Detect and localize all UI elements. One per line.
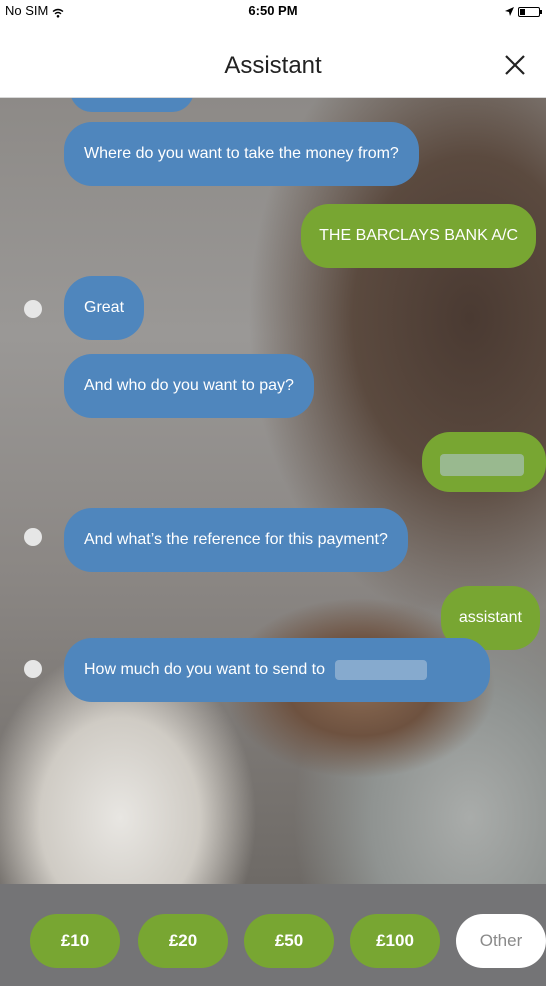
battery-icon xyxy=(518,6,542,17)
previous-message-bubble xyxy=(70,98,194,112)
assistant-message: Great xyxy=(64,276,145,340)
assistant-avatar-icon xyxy=(24,660,42,678)
status-bar: No SIM 6:50 PM xyxy=(0,0,546,22)
assistant-message: And who do you want to pay? xyxy=(64,354,314,418)
location-arrow-icon xyxy=(505,4,514,19)
redacted-payee xyxy=(335,660,428,680)
assistant-avatar-icon xyxy=(24,528,42,546)
message-text: assistant xyxy=(458,609,522,626)
quick-reply-bar: £10 £20 £50 £100 Other xyxy=(0,884,546,986)
assistant-message: How much do you want to send to xyxy=(64,638,490,703)
assistant-avatar-icon xyxy=(24,300,42,318)
message-text: And who do you want to pay? xyxy=(84,377,294,394)
close-button[interactable] xyxy=(498,48,532,82)
message-text: Great xyxy=(84,299,125,316)
chat-area[interactable]: Where do you want to take the money from… xyxy=(0,98,546,884)
close-icon xyxy=(505,55,525,75)
user-message-redacted xyxy=(422,432,546,492)
other-amount-button[interactable]: Other xyxy=(456,914,546,968)
amount-20-button[interactable]: £20 xyxy=(138,914,228,968)
message-text: Where do you want to take the money from… xyxy=(84,145,399,162)
page-title: Assistant xyxy=(224,52,322,79)
assistant-message: Where do you want to take the money from… xyxy=(64,122,419,186)
user-message: THE BARCLAYS BANK A/C xyxy=(301,204,536,268)
header: Assistant xyxy=(0,22,546,98)
message-text: And what’s the reference for this paymen… xyxy=(84,531,388,548)
amount-100-button[interactable]: £100 xyxy=(350,914,440,968)
assistant-message: And what’s the reference for this paymen… xyxy=(64,508,408,572)
amount-10-button[interactable]: £10 xyxy=(30,914,120,968)
redacted-text xyxy=(440,454,524,476)
status-right xyxy=(505,4,542,19)
message-text: How much do you want to send to xyxy=(84,661,326,679)
status-time: 6:50 PM xyxy=(248,3,298,18)
message-text: THE BARCLAYS BANK A/C xyxy=(319,227,518,244)
amount-50-button[interactable]: £50 xyxy=(244,914,334,968)
